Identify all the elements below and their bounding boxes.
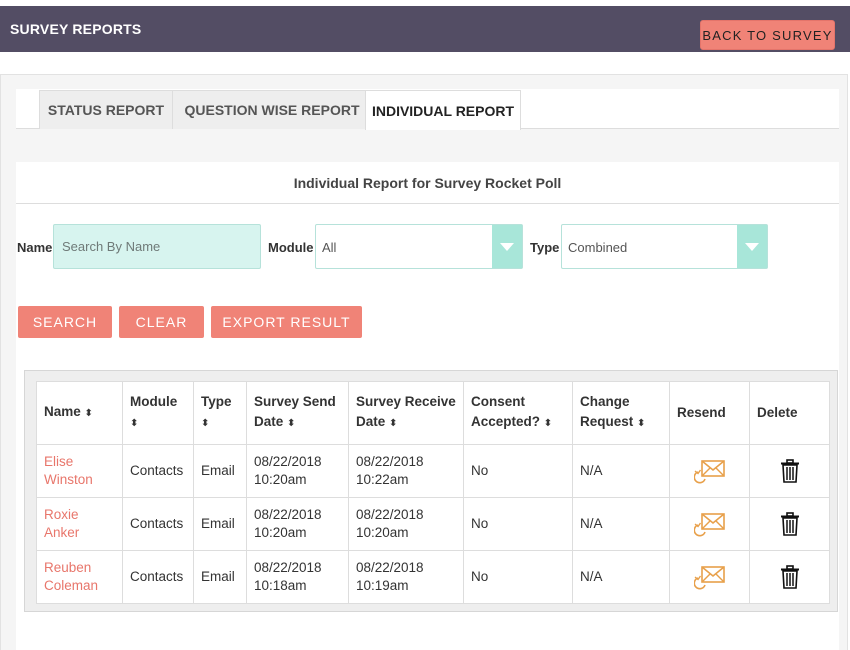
sort-icon[interactable]: ⬍ [544,414,552,434]
change-request-cell: N/A [572,550,670,604]
table-header-row: Name ⬍ Module ⬍ Type ⬍ Survey Send Date ⬍ S… [36,381,830,445]
module-filter-label: Module [268,240,314,255]
type-cell: Email [193,550,247,604]
trash-icon[interactable] [780,512,800,536]
module-select[interactable]: All [315,224,523,269]
change-request-cell: N/A [572,497,670,551]
consent-cell: No [463,444,573,498]
contact-name-link[interactable]: Reuben Coleman [36,550,123,604]
column-header-send-date[interactable]: Survey Send Date ⬍ [246,381,349,445]
consent-cell: No [463,497,573,551]
trash-icon[interactable] [780,565,800,589]
column-header-change-request[interactable]: Change Request ⬍ [572,381,670,445]
module-cell: Contacts [122,444,194,498]
sort-icon[interactable]: ⬍ [201,414,209,434]
column-header-module[interactable]: Module ⬍ [122,381,194,445]
receive-date-cell: 08/22/2018 10:20am [348,497,464,551]
delete-cell [749,497,830,551]
export-result-button[interactable]: EXPORT RESULT [211,306,362,338]
clear-button[interactable]: CLEAR [119,306,204,338]
delete-cell [749,444,830,498]
send-date-cell: 08/22/2018 10:20am [246,444,349,498]
back-to-survey-button[interactable]: BACK TO SURVEY [700,20,835,50]
chevron-down-icon[interactable] [492,225,522,268]
resend-mail-icon[interactable] [693,564,726,590]
column-header-delete: Delete [749,381,830,445]
table-row: Reuben Coleman Contacts Email 08/22/2018 1… [36,550,830,604]
sort-icon[interactable]: ⬍ [130,414,138,434]
column-header-consent[interactable]: Consent Accepted? ⬍ [463,381,573,445]
column-header-receive-date[interactable]: Survey Receive Date ⬍ [348,381,464,445]
resend-cell [669,550,750,604]
resend-mail-icon[interactable] [693,458,726,484]
search-button[interactable]: SEARCH [18,306,112,338]
contact-name-link[interactable]: Elise Winston [36,444,123,498]
search-name-input[interactable] [53,224,261,269]
receive-date-cell: 08/22/2018 10:22am [348,444,464,498]
report-tabs: STATUS REPORT QUESTION WISE REPORT INDIV… [16,89,839,130]
resend-cell [669,444,750,498]
panel-title: Individual Report for Survey Rocket Poll [16,162,839,204]
resend-cell [669,497,750,551]
type-cell: Email [193,444,247,498]
type-select[interactable]: Combined [561,224,768,269]
trash-icon[interactable] [780,459,800,483]
consent-cell: No [463,550,573,604]
type-cell: Email [193,497,247,551]
type-filter-label: Type [530,240,560,255]
sort-icon[interactable]: ⬍ [637,414,645,434]
page-title: SURVEY REPORTS [10,21,142,37]
change-request-cell: N/A [572,444,670,498]
sort-icon[interactable]: ⬍ [389,414,397,434]
resend-mail-icon[interactable] [693,511,726,537]
table-row: Elise Winston Contacts Email 08/22/2018 10… [36,444,830,498]
name-filter-label: Name [17,240,53,255]
module-select-value: All [322,240,337,255]
tab-individual-report[interactable]: INDIVIDUAL REPORT [365,90,521,130]
tab-question-wise-report[interactable]: QUESTION WISE REPORT [172,90,372,129]
send-date-cell: 08/22/2018 10:20am [246,497,349,551]
top-bar: SURVEY REPORTS BACK TO SURVEY [0,6,850,52]
sort-icon[interactable]: ⬍ [287,414,295,434]
column-header-type[interactable]: Type ⬍ [193,381,247,445]
table-row: Roxie Anker Contacts Email 08/22/2018 10:… [36,497,830,551]
results-table: Name ⬍ Module ⬍ Type ⬍ Survey Send Date ⬍ S… [36,381,830,604]
receive-date-cell: 08/22/2018 10:19am [348,550,464,604]
chevron-down-icon[interactable] [737,225,767,268]
column-header-resend: Resend [669,381,750,445]
send-date-cell: 08/22/2018 10:18am [246,550,349,604]
module-cell: Contacts [122,497,194,551]
type-select-value: Combined [568,240,628,255]
delete-cell [749,550,830,604]
results-table-container: Name ⬍ Module ⬍ Type ⬍ Survey Send Date ⬍ S… [24,370,838,612]
column-header-name[interactable]: Name ⬍ [36,381,123,445]
sort-icon[interactable]: ⬍ [85,404,93,424]
tab-status-report[interactable]: STATUS REPORT [39,90,173,129]
contact-name-link[interactable]: Roxie Anker [36,497,123,551]
module-cell: Contacts [122,550,194,604]
